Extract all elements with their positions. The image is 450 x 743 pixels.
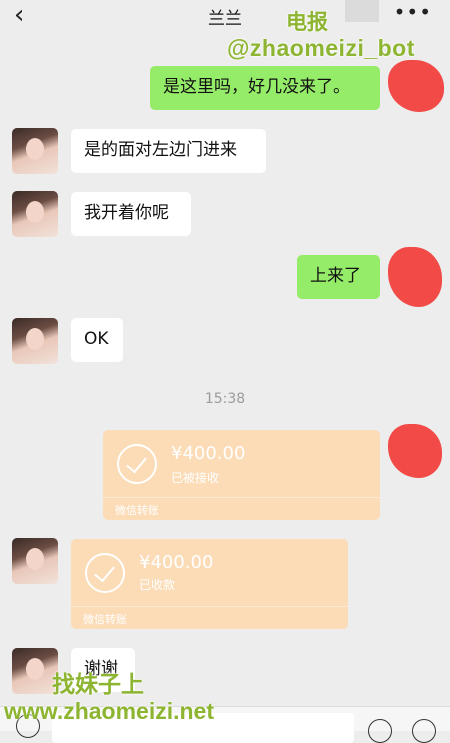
transfer-status: 已收款 (139, 578, 176, 592)
watermark-site: www.zhaomeizi.net (4, 698, 215, 724)
transfer-card-outgoing[interactable]: ¥400.00 已被接收 微信转账 (103, 430, 380, 520)
check-circle-icon (85, 553, 125, 593)
transfer-amount: ¥400.00 (139, 552, 214, 573)
avatar[interactable] (12, 191, 58, 237)
more-icon[interactable]: ••• (394, 0, 432, 24)
avatar[interactable] (12, 128, 58, 174)
check-circle-icon (117, 444, 157, 484)
redacted-avatar (388, 247, 442, 307)
avatar[interactable] (12, 538, 58, 584)
message-bubble-incoming[interactable]: 我开着你呢 (71, 192, 191, 236)
redacted-avatar (388, 424, 442, 478)
watermark-telegram: 电报 (286, 11, 328, 34)
transfer-amount: ¥400.00 (171, 443, 246, 464)
transfer-footer: 微信转账 (115, 504, 159, 517)
transfer-footer: 微信转账 (83, 613, 127, 626)
divider (103, 497, 380, 498)
timestamp: 15:38 (204, 391, 246, 407)
divider (71, 606, 348, 607)
blurred-tile (345, 0, 379, 22)
redacted-avatar (388, 60, 444, 112)
avatar[interactable] (12, 318, 58, 364)
watermark-find: 找妹子上 (52, 671, 144, 697)
message-bubble-incoming[interactable]: OK (71, 318, 123, 362)
watermark-bot: @zhaomeizi_bot (227, 35, 415, 61)
emoji-icon[interactable] (368, 719, 392, 743)
plus-icon[interactable] (412, 719, 436, 743)
transfer-status: 已被接收 (171, 471, 220, 485)
chat-title: 兰兰 (208, 9, 242, 29)
message-bubble-outgoing[interactable]: 是这里吗，好几没来了。 (150, 66, 380, 110)
transfer-card-incoming[interactable]: ¥400.00 已收款 微信转账 (71, 539, 348, 629)
message-bubble-outgoing[interactable]: 上来了 (297, 255, 380, 299)
message-bubble-incoming[interactable]: 是的面对左边门进来 (71, 129, 266, 173)
top-bar: ‹ 兰兰 ••• (0, 0, 450, 34)
